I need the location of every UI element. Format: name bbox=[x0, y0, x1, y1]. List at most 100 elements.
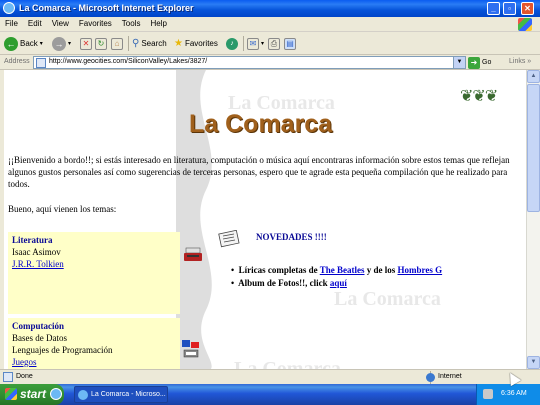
maximize-button[interactable]: ▫ bbox=[503, 2, 516, 15]
address-url: http://www.geocities.com/SiliconValley/L… bbox=[49, 58, 208, 65]
status-bar: Done Internet bbox=[0, 369, 540, 384]
literatura-box: Literatura Isaac Asimov J.R.R. Tolkien bbox=[8, 232, 180, 314]
status-text: Done bbox=[16, 373, 33, 380]
home-icon: ⌂ bbox=[111, 37, 123, 50]
clock: 6:36 AM bbox=[501, 390, 527, 397]
back-label: Back bbox=[20, 39, 38, 48]
favorites-label: Favorites bbox=[184, 39, 218, 48]
menu-tools[interactable]: Tools bbox=[117, 17, 146, 28]
chevron-down-icon: ▾ bbox=[39, 41, 43, 47]
start-label: start bbox=[20, 387, 47, 401]
title-bar[interactable]: La Comarca - Microsoft Internet Explorer… bbox=[0, 0, 540, 17]
toolbar: ← Back ▾ → ▾ ✕ ↻ ⌂ ⚲ Search ★ Favorites … bbox=[0, 32, 540, 55]
print-icon: ⎙ bbox=[268, 37, 280, 50]
back-arrow-icon: ← bbox=[4, 36, 18, 51]
intro-text: ¡¡Bienvenido a bordo!!; si estás interes… bbox=[8, 155, 510, 189]
intro-subtext: Bueno, aquí vienen los temas: bbox=[8, 204, 117, 214]
home-button[interactable]: ⌂ bbox=[111, 36, 123, 51]
bullet-photos: • Album de Fotos!!, click aquí bbox=[231, 278, 347, 288]
search-label: Search bbox=[141, 39, 167, 48]
search-icon: ⚲ bbox=[132, 38, 140, 49]
edit-icon: ▤ bbox=[284, 37, 296, 50]
computacion-item-lenguajes: Lenguajes de Programación bbox=[12, 345, 113, 355]
links-label: Links bbox=[509, 58, 526, 65]
mail-icon: ✉ bbox=[247, 37, 259, 50]
taskbar-item-ie[interactable]: La Comarca - Microso... bbox=[74, 386, 168, 403]
computacion-box: Computación Bases de Datos Lenguajes de … bbox=[8, 318, 180, 369]
computacion-heading: Computación bbox=[12, 321, 65, 331]
watermark-text: La Comarca bbox=[334, 288, 441, 310]
address-bar: Address http://www.geocities.com/Silicon… bbox=[0, 55, 540, 70]
menu-bar: File Edit View Favorites Tools Help bbox=[0, 17, 540, 32]
zone-text: Internet bbox=[438, 373, 462, 380]
vertical-scrollbar[interactable]: ▲ ▼ bbox=[526, 70, 540, 369]
edit-button[interactable]: ▤ bbox=[284, 36, 296, 51]
menu-edit[interactable]: Edit bbox=[23, 17, 47, 28]
globe-icon bbox=[426, 373, 435, 382]
literatura-heading: Literatura bbox=[12, 235, 53, 245]
watermark-text: La Comarca bbox=[234, 358, 341, 369]
menu-file[interactable]: File bbox=[0, 17, 23, 28]
favorites-button[interactable]: ★ Favorites bbox=[174, 36, 218, 51]
link-the-beatles[interactable]: The Beatles bbox=[320, 265, 365, 275]
refresh-icon: ↻ bbox=[95, 37, 107, 50]
computer-icon bbox=[182, 340, 199, 358]
taskbar-item-label: La Comarca - Microso... bbox=[91, 391, 166, 398]
chevron-down-icon: ▾ bbox=[68, 41, 72, 47]
address-label: Address bbox=[4, 58, 30, 65]
search-button[interactable]: ⚲ Search bbox=[132, 36, 167, 51]
bullet-lyrics-prefix: Líricas completas de bbox=[238, 265, 318, 275]
literatura-link-tolkien[interactable]: J.R.R. Tolkien bbox=[12, 259, 64, 269]
stop-icon: ✕ bbox=[80, 37, 92, 50]
star-icon: ★ bbox=[174, 38, 183, 49]
system-tray: 6:36 AM bbox=[476, 384, 540, 405]
menu-help[interactable]: Help bbox=[145, 17, 171, 28]
forward-button[interactable]: → ▾ bbox=[52, 36, 71, 51]
tray-network-icon[interactable] bbox=[483, 389, 493, 399]
media-icon: ♪ bbox=[226, 37, 238, 50]
refresh-button[interactable]: ↻ bbox=[95, 36, 107, 51]
computacion-link-juegos[interactable]: Juegos bbox=[12, 357, 37, 367]
toolbar-separator bbox=[243, 36, 244, 51]
address-dropdown-icon[interactable]: ▼ bbox=[453, 57, 465, 68]
menu-favorites[interactable]: Favorites bbox=[74, 17, 117, 28]
scroll-down-icon[interactable]: ▼ bbox=[527, 356, 540, 369]
go-label: Go bbox=[482, 59, 492, 66]
media-button[interactable]: ♪ bbox=[226, 36, 238, 51]
page-title: La Comarca bbox=[189, 110, 333, 138]
bullet-photos-prefix: Album de Fotos!!, click bbox=[238, 278, 328, 288]
minimize-button[interactable]: _ bbox=[487, 2, 500, 15]
close-button[interactable]: ✕ bbox=[521, 2, 534, 15]
chevron-down-icon: ▾ bbox=[261, 41, 265, 47]
link-hombres-g[interactable]: Hombres G bbox=[398, 265, 443, 275]
back-button[interactable]: ← Back ▾ bbox=[4, 36, 43, 51]
bullet-lyrics-mid: y de los bbox=[366, 265, 396, 275]
link-aqui[interactable]: aquí bbox=[330, 278, 347, 288]
typewriter-icon bbox=[184, 247, 202, 261]
literatura-item-asimov: Isaac Asimov bbox=[12, 247, 61, 257]
ie-icon bbox=[3, 2, 15, 14]
bullet-lyrics: • Líricas completas de The Beatles y de … bbox=[231, 265, 443, 275]
quicklaunch-ie-icon[interactable] bbox=[50, 388, 62, 400]
page-status-icon bbox=[3, 372, 13, 382]
leaves-icon: ❦❦❦ bbox=[460, 88, 498, 105]
go-button[interactable]: ➜ Go bbox=[468, 56, 491, 69]
forward-arrow-icon: → bbox=[52, 36, 66, 51]
go-arrow-icon: ➜ bbox=[468, 56, 480, 69]
ie-task-icon bbox=[78, 390, 88, 400]
windows-logo-icon bbox=[518, 18, 532, 31]
scroll-thumb[interactable] bbox=[527, 84, 540, 212]
windows-flag-icon bbox=[5, 388, 17, 400]
menu-view[interactable]: View bbox=[47, 17, 74, 28]
scroll-up-icon[interactable]: ▲ bbox=[527, 70, 540, 83]
address-input[interactable]: http://www.geocities.com/SiliconValley/L… bbox=[33, 56, 466, 69]
page-viewport[interactable]: La Comarca La Comarca La Comarca ❦❦❦ La … bbox=[4, 70, 526, 369]
links-toolbar[interactable]: Links » bbox=[509, 58, 531, 65]
page-icon bbox=[36, 58, 46, 68]
print-button[interactable]: ⎙ bbox=[268, 36, 280, 51]
novedades-heading: NOVEDADES !!!! bbox=[256, 232, 327, 242]
stop-button[interactable]: ✕ bbox=[80, 36, 92, 51]
mail-button[interactable]: ✉ ▾ bbox=[247, 36, 264, 51]
window-title: La Comarca - Microsoft Internet Explorer bbox=[19, 3, 194, 13]
computacion-item-bases: Bases de Datos bbox=[12, 333, 67, 343]
